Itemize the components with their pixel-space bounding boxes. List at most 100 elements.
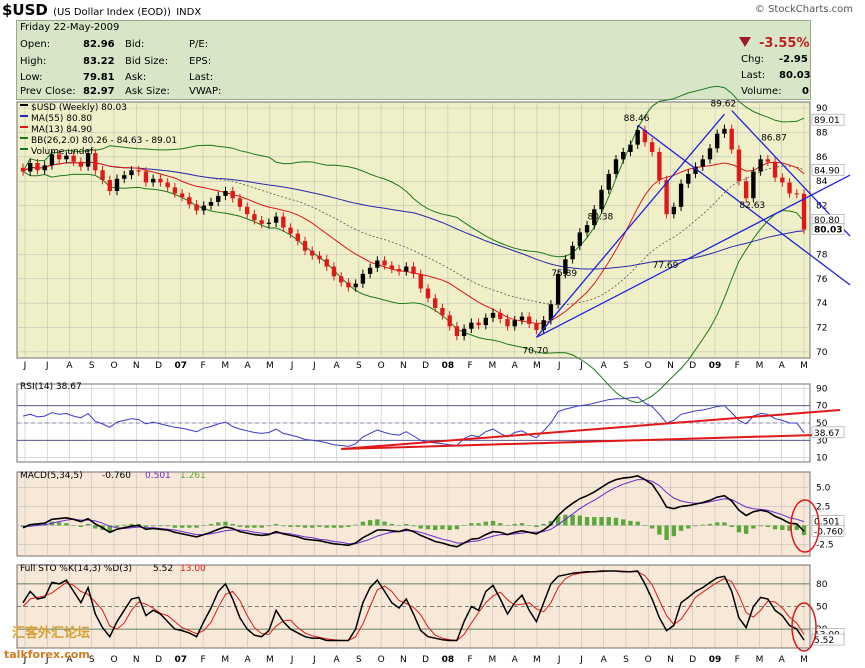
candle-body (780, 177, 785, 183)
macd-histogram-bar (678, 525, 684, 531)
candle-body (230, 190, 235, 199)
macd-histogram-bar (476, 523, 481, 526)
price-y-tick: 74 (816, 299, 828, 309)
candle-body (114, 178, 120, 191)
macd-histogram-bar (114, 525, 120, 527)
macd-histogram-bar (375, 519, 380, 526)
candle-body (324, 259, 329, 267)
x-tick-label: 09 (709, 361, 722, 371)
candle-body (331, 266, 337, 277)
x-tick-label-bottom: A (244, 655, 251, 665)
legend-price-text: $USD (Weekly) 80.03 (31, 103, 127, 113)
talkforex-logo: 汇客外汇论坛 (12, 626, 91, 641)
x-tick-label: F (200, 361, 205, 371)
x-tick-label-bottom: 09 (709, 655, 722, 665)
candle-body (360, 273, 366, 284)
candle-body (584, 225, 590, 233)
candle-body (28, 162, 33, 172)
x-tick-label: N (133, 361, 140, 371)
macd-histogram-bar (71, 525, 76, 526)
candle-body (252, 214, 257, 221)
macd-histogram-bar (223, 521, 228, 526)
macd-histogram-bar (360, 521, 366, 526)
macd-y-tick: 5.0 (816, 483, 831, 493)
candle-body (765, 159, 771, 162)
macd-histogram-bar (129, 523, 134, 526)
macd-histogram-bar (505, 525, 510, 526)
x-tick-label-bottom: A (779, 655, 786, 665)
x-tick-label: 07 (175, 361, 188, 371)
candle-body (657, 151, 662, 181)
candle-body (122, 175, 127, 179)
x-tick-label: A (779, 361, 786, 371)
macd-histogram-bar (772, 525, 778, 530)
price-y-tick: 90 (816, 104, 828, 114)
macd-histogram-bar (179, 525, 185, 528)
macd-histogram-bar (93, 525, 98, 529)
x-tick-label: O (645, 361, 652, 371)
panel-frame-2 (16, 471, 811, 557)
sto-d-value: 13.00 (180, 564, 206, 574)
candle-body (751, 171, 756, 199)
candle-body (498, 312, 503, 319)
macd-histogram-bar (230, 523, 235, 526)
macd-histogram-bar (85, 523, 91, 526)
x-tick-label: M (221, 361, 229, 371)
candle-body (736, 149, 742, 182)
macd-histogram-bar (628, 520, 633, 526)
candle-body (367, 267, 373, 274)
rsi-title: RSI(14) 38.67 (20, 382, 82, 392)
x-tick-label-bottom: M (489, 655, 497, 665)
candle-body (490, 312, 496, 318)
price-annotation: 80.38 (588, 212, 614, 222)
macd-histogram-bar (64, 523, 69, 526)
price-y-tick: 78 (816, 250, 828, 260)
macd-histogram-bar (570, 514, 575, 526)
candle-body (107, 180, 112, 191)
macd-histogram-bar (201, 525, 206, 526)
macd-histogram-bar (317, 525, 322, 527)
candle-body (143, 171, 149, 183)
macd-signal-value: 0.501 (145, 471, 171, 481)
candle-body (534, 323, 539, 330)
candle-body (375, 260, 380, 268)
macd-histogram-bar (216, 522, 221, 526)
macd-histogram-bar (606, 517, 611, 526)
legend-swatch (20, 137, 28, 139)
legend-ma13-text: MA(13) 84.90 (31, 125, 92, 135)
x-tick-label-bottom: S (356, 655, 362, 665)
x-tick-label: A (512, 361, 519, 371)
x-tick-label-bottom: J (579, 655, 583, 665)
x-tick-label: D (155, 361, 162, 371)
candle-body (389, 265, 394, 270)
macd-histogram-bar (122, 524, 127, 526)
candle-body (519, 316, 525, 321)
x-tick-label: S (89, 361, 95, 371)
candle-body (512, 320, 517, 327)
candle-body (440, 308, 445, 316)
candle-body (461, 328, 467, 337)
x-tick-label-bottom: M (800, 655, 808, 665)
candle-body (302, 240, 308, 251)
macd-histogram-bar (736, 525, 742, 533)
candle-body (216, 195, 221, 202)
macd-histogram-bar (519, 523, 525, 526)
candle-body (42, 165, 47, 171)
x-tick-label-bottom: N (400, 655, 407, 665)
macd-histogram-bar (664, 525, 669, 540)
macd-histogram-bar (592, 517, 597, 526)
macd-histogram-bar (281, 525, 286, 527)
candle-body (628, 144, 633, 152)
candle-body (78, 161, 84, 167)
candle-body (187, 197, 192, 205)
macd-histogram-bar (158, 525, 163, 527)
x-tick-label-bottom: J (557, 655, 561, 665)
candle-body (150, 178, 156, 183)
candle-body (678, 183, 684, 207)
price-y-tick: 84 (816, 177, 828, 187)
macd-histogram-bar (187, 525, 192, 528)
macd-histogram-bar (346, 525, 351, 527)
candle-body (447, 315, 452, 327)
candle-body (621, 151, 626, 160)
candle-body (20, 167, 26, 172)
